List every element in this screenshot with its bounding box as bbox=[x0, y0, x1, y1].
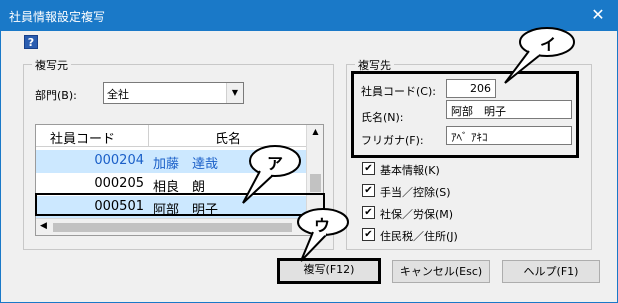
help-button[interactable]: ヘルプ(F1) bbox=[502, 260, 600, 283]
kana-field[interactable]: ｱﾍﾞ ｱｷｺ bbox=[446, 126, 572, 145]
chevron-down-icon[interactable]: ▼ bbox=[226, 83, 243, 103]
checkbox-label: 住民税／住所(J) bbox=[380, 230, 458, 243]
code-field[interactable]: 206 bbox=[446, 79, 496, 98]
horizontal-scrollbar[interactable]: ◀ bbox=[36, 218, 323, 235]
source-group-label: 複写元 bbox=[32, 57, 71, 73]
row-code: 000204 bbox=[94, 153, 144, 168]
scroll-thumb[interactable] bbox=[53, 223, 292, 232]
checkbox-label: 基本情報(K) bbox=[380, 164, 440, 177]
check-icon[interactable]: ✔ bbox=[362, 184, 375, 197]
department-select[interactable]: 全社 ▼ bbox=[103, 82, 244, 104]
department-value: 全社 bbox=[107, 88, 129, 101]
check-icon[interactable]: ✔ bbox=[362, 228, 375, 241]
chevron-left-icon[interactable]: ◀ bbox=[40, 221, 47, 231]
callout-i-label: イ bbox=[540, 35, 557, 54]
callout-a-label: ア bbox=[267, 154, 284, 173]
department-label: 部門(B): bbox=[35, 89, 77, 102]
callout-u-label: ウ bbox=[314, 216, 331, 235]
row-code: 000205 bbox=[94, 176, 144, 191]
kana-label: フリガナ(F): bbox=[361, 134, 424, 147]
cancel-button[interactable]: キャンセル(Esc) bbox=[392, 260, 490, 283]
name-field[interactable]: 阿部 明子 bbox=[446, 100, 572, 119]
help-icon[interactable]: ? bbox=[24, 35, 38, 49]
checkbox-label: 社保／労保(M) bbox=[380, 208, 454, 221]
check-icon[interactable]: ✔ bbox=[362, 162, 375, 175]
row-name: 加藤 達哉 bbox=[153, 157, 219, 172]
name-label: 氏名(N): bbox=[361, 111, 404, 124]
check-icon[interactable]: ✔ bbox=[362, 206, 375, 219]
checkbox-label: 手当／控除(S) bbox=[380, 186, 451, 199]
column-header-name[interactable]: 氏名 bbox=[215, 128, 241, 147]
column-header-code[interactable]: 社員コード bbox=[50, 128, 115, 147]
column-divider[interactable] bbox=[148, 125, 149, 147]
chevron-up-icon[interactable]: ▲ bbox=[307, 127, 323, 136]
close-icon[interactable]: ✕ bbox=[588, 5, 608, 25]
code-label: 社員コード(C): bbox=[361, 85, 436, 98]
window-title: 社員情報設定複写 bbox=[9, 10, 106, 24]
scroll-thumb[interactable] bbox=[310, 174, 321, 192]
